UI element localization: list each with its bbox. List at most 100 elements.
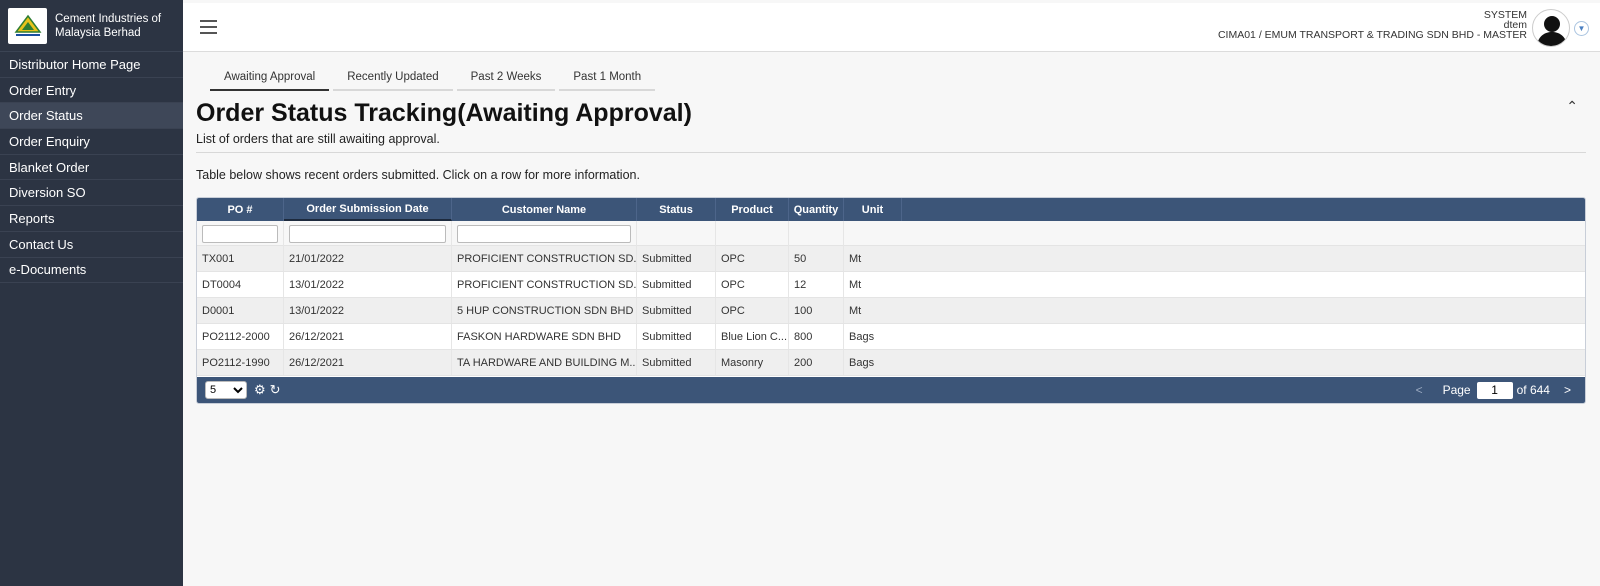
table-row[interactable]: PO2112-1990 26/12/2021 TA HARDWARE AND B… [197, 350, 1585, 376]
filter-cell [284, 221, 452, 246]
cell-unit: Mt [849, 304, 862, 317]
cell-quantity: 50 [789, 246, 844, 271]
cell-po: PO2112-2000 [197, 324, 284, 349]
cell-date: 21/01/2022 [284, 246, 452, 271]
cell-quantity: 800 [789, 324, 844, 349]
cell-unit: Bags [849, 356, 875, 369]
table-row[interactable]: DT0004 13/01/2022 PROFICIENT CONSTRUCTIO… [197, 272, 1585, 298]
sidebar-item-reports[interactable]: Reports [0, 206, 183, 232]
cell-po: D0001 [197, 298, 284, 323]
tab-recently-updated[interactable]: Recently Updated [333, 67, 453, 91]
cell-customer: 5 HUP CONSTRUCTION SDN BHD [452, 298, 637, 323]
sidebar-item-diversion-so[interactable]: Diversion SO [0, 180, 183, 207]
cell-quantity: 12 [789, 272, 844, 297]
previous-page-button[interactable]: < [1416, 383, 1423, 397]
column-header-order-submission-date[interactable]: Order Submission Date [284, 198, 452, 221]
chevron-down-icon[interactable]: ▼ [1574, 21, 1589, 36]
company-name: Cement Industries of Malaysia Berhad [55, 12, 162, 39]
sidebar-item-contact-us[interactable]: Contact Us [0, 232, 183, 258]
cell-product: Blue Lion C... [716, 324, 789, 349]
filter-cell [452, 221, 637, 246]
column-header-po[interactable]: PO # [197, 198, 284, 221]
company-logo [8, 7, 47, 44]
pager: 5 ⚙ ↻ < Page of 644 > [197, 377, 1585, 403]
cell-po: DT0004 [197, 272, 284, 297]
avatar[interactable] [1532, 9, 1570, 47]
next-page-button[interactable]: > [1564, 383, 1571, 397]
top-bar: SYSTEM dtem CIMA01 / EMUM TRANSPORT & TR… [183, 3, 1600, 52]
cell-customer: FASKON HARDWARE SDN BHD [452, 324, 637, 349]
page-label: Page [1442, 383, 1471, 397]
tab-past-1-month[interactable]: Past 1 Month [559, 67, 656, 91]
cell-product: OPC [716, 272, 789, 297]
table-row[interactable]: TX001 21/01/2022 PROFICIENT CONSTRUCTION… [197, 246, 1585, 272]
cell-date: 13/01/2022 [284, 298, 452, 323]
tab-past-2-weeks[interactable]: Past 2 Weeks [456, 67, 556, 91]
cell-product: OPC [716, 246, 789, 271]
filter-cell [197, 221, 284, 246]
cell-date: 26/12/2021 [284, 324, 452, 349]
order-status-tabs: Awaiting Approval Recently Updated Past … [210, 67, 659, 91]
divider [196, 152, 1586, 153]
table-description: Table below shows recent orders submitte… [196, 168, 640, 182]
cell-unit: Mt [849, 252, 862, 265]
cell-quantity: 200 [789, 350, 844, 375]
column-header-status[interactable]: Status [637, 198, 716, 221]
orders-grid: PO # Order Submission Date Customer Name… [196, 197, 1586, 404]
filter-cell [716, 221, 789, 246]
cell-customer: TA HARDWARE AND BUILDING M... [452, 350, 637, 375]
cell-po: TX001 [197, 246, 284, 271]
user-company: CIMA01 / EMUM TRANSPORT & TRADING SDN BH… [1217, 29, 1527, 41]
cell-status: Submitted [637, 324, 716, 349]
filter-po-input[interactable] [202, 225, 278, 243]
gear-icon[interactable]: ⚙ [254, 382, 266, 398]
column-header-customer-name[interactable]: Customer Name [452, 198, 637, 221]
refresh-icon[interactable]: ↻ [270, 382, 281, 398]
column-header-unit[interactable]: Unit [844, 198, 902, 221]
column-header-product[interactable]: Product [716, 198, 789, 221]
filter-cell [637, 221, 716, 246]
cell-customer: PROFICIENT CONSTRUCTION SD... [452, 272, 637, 297]
page-number-input[interactable] [1476, 381, 1513, 399]
table-row[interactable]: D0001 13/01/2022 5 HUP CONSTRUCTION SDN … [197, 298, 1585, 324]
tab-awaiting-approval[interactable]: Awaiting Approval [210, 67, 330, 91]
filter-row [197, 221, 1585, 246]
sidebar-item-order-enquiry[interactable]: Order Enquiry [0, 129, 183, 155]
cell-status: Submitted [637, 350, 716, 375]
cell-quantity: 100 [789, 298, 844, 323]
cell-status: Submitted [637, 272, 716, 297]
sidebar-item-order-entry[interactable]: Order Entry [0, 78, 183, 104]
page-title: Order Status Tracking(Awaiting Approval) [196, 99, 692, 127]
filter-customer-input[interactable] [457, 225, 631, 243]
sidebar-nav: Distributor Home Page Order Entry Order … [0, 52, 183, 284]
cell-customer: PROFICIENT CONSTRUCTION SD... [452, 246, 637, 271]
cell-unit: Bags [849, 330, 875, 343]
sidebar-item-blanket-order[interactable]: Blanket Order [0, 155, 183, 181]
user-role: SYSTEM [1483, 9, 1527, 21]
sidebar: Cement Industries of Malaysia Berhad Dis… [0, 0, 183, 586]
page-total: of 644 [1516, 383, 1550, 397]
sidebar-item-order-status[interactable]: Order Status [0, 103, 183, 130]
cell-date: 26/12/2021 [284, 350, 452, 375]
cell-product: Masonry [716, 350, 789, 375]
cell-status: Submitted [637, 298, 716, 323]
user-info: SYSTEM dtem CIMA01 / EMUM TRANSPORT & TR… [1217, 9, 1527, 41]
table-row[interactable]: PO2112-2000 26/12/2021 FASKON HARDWARE S… [197, 324, 1585, 350]
cell-date: 13/01/2022 [284, 272, 452, 297]
cell-po: PO2112-1990 [197, 350, 284, 375]
chevron-up-icon[interactable]: ⌃ [1566, 98, 1578, 115]
brand[interactable]: Cement Industries of Malaysia Berhad [0, 0, 183, 52]
grid-header: PO # Order Submission Date Customer Name… [197, 198, 1585, 221]
column-header-quantity[interactable]: Quantity [789, 198, 844, 221]
page-subtitle: List of orders that are still awaiting a… [196, 132, 440, 146]
filter-cell [789, 221, 844, 246]
filter-date-input[interactable] [289, 225, 446, 243]
hamburger-menu-icon[interactable] [200, 20, 217, 34]
sidebar-item-distributor-home[interactable]: Distributor Home Page [0, 52, 183, 78]
cell-product: OPC [716, 298, 789, 323]
cell-status: Submitted [637, 246, 716, 271]
cell-unit: Mt [849, 278, 862, 291]
pager-navigation: < Page of 644 > [1416, 377, 1571, 403]
page-size-select[interactable]: 5 [205, 381, 247, 399]
sidebar-item-e-documents[interactable]: e-Documents [0, 258, 183, 284]
